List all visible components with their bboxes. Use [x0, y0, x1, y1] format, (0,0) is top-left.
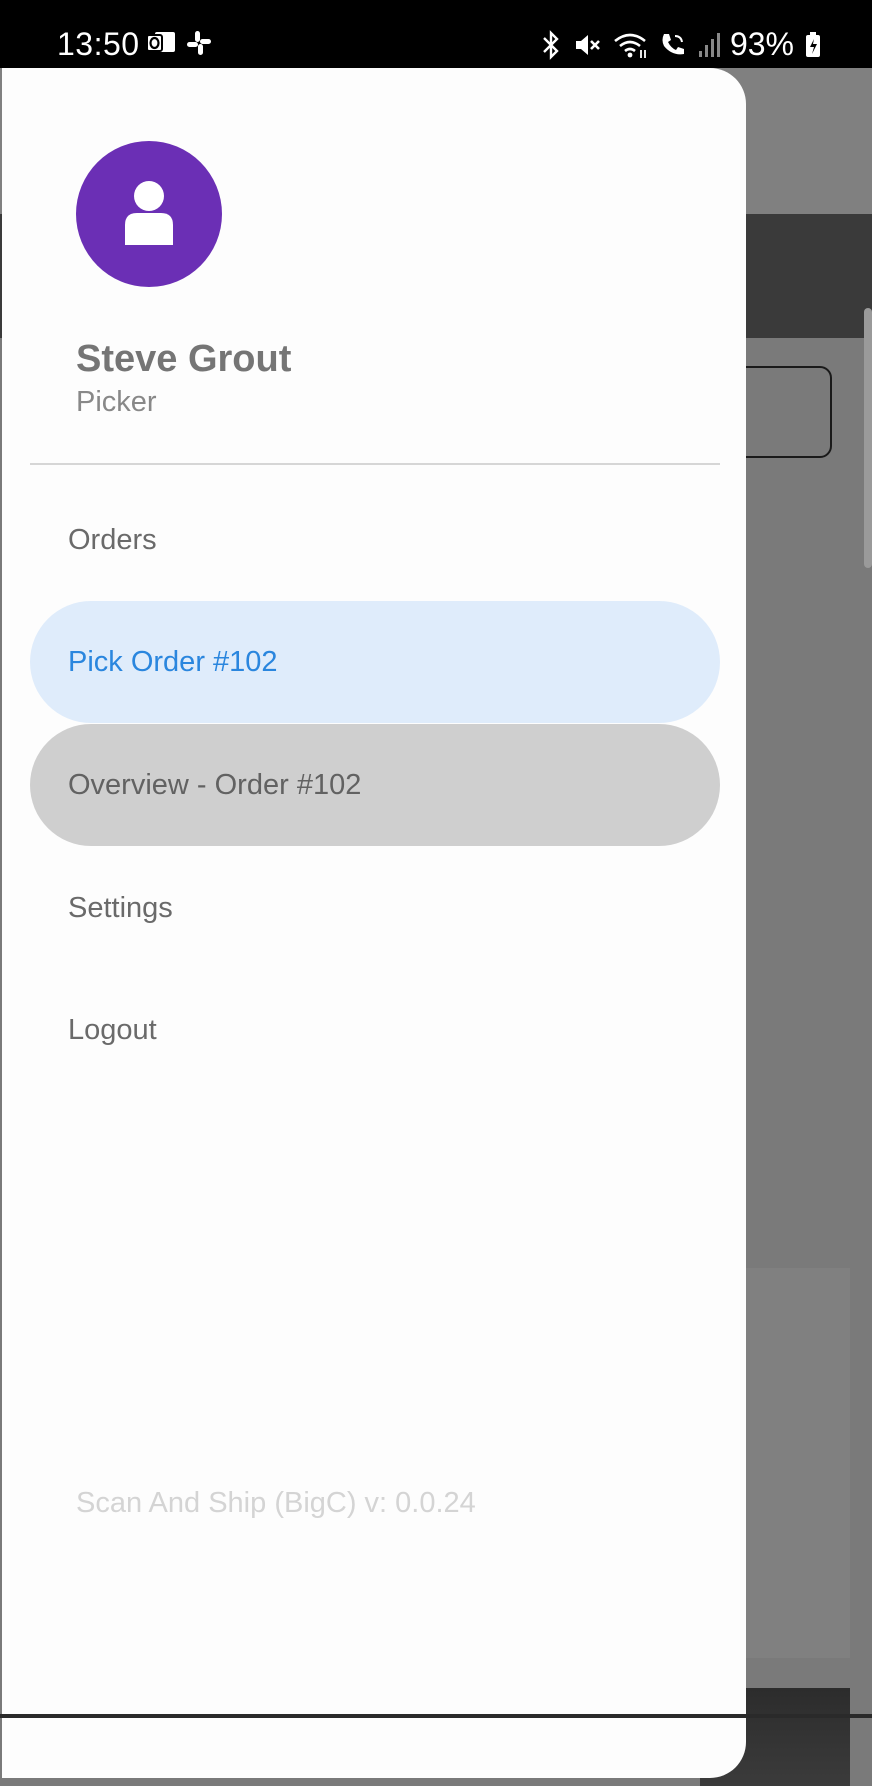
bluetooth-icon [540, 29, 562, 60]
avatar [76, 141, 222, 287]
battery-icon [804, 30, 822, 60]
nav-item-label: Orders [68, 523, 157, 556]
nav-item-label: Logout [68, 1013, 157, 1046]
slack-icon [186, 30, 212, 61]
user-role: Picker [76, 386, 157, 418]
nav-item-label: Overview - Order #102 [68, 768, 362, 801]
wifi-calling-icon [658, 30, 688, 60]
nav-item-label: Settings [68, 891, 173, 924]
divider [30, 463, 720, 465]
nav-item-pick-order[interactable]: Pick Order #102 [30, 601, 720, 723]
wifi-icon [612, 30, 648, 60]
battery-percent: 93% [729, 26, 794, 62]
phone-screen: 13:50 93% Steve Grout Picker Orders Pick… [0, 0, 872, 1786]
outlook-icon [146, 30, 176, 61]
notification-icons [146, 30, 212, 61]
signal-icon [698, 31, 720, 59]
nav-item-logout[interactable]: Logout [30, 969, 720, 1091]
status-right: 93% [540, 26, 822, 63]
nav-item-settings[interactable]: Settings [30, 847, 720, 969]
mute-icon [572, 30, 602, 60]
nav-item-label: Pick Order #102 [68, 645, 278, 678]
app-version: Scan And Ship (BigC) v: 0.0.24 [76, 1487, 476, 1519]
nav-item-overview-order[interactable]: Overview - Order #102 [30, 724, 720, 846]
background-scrollbar [864, 308, 872, 568]
status-time: 13:50 [57, 26, 140, 62]
navigation-drawer: Steve Grout Picker Orders Pick Order #10… [2, 68, 746, 1778]
person-icon [121, 179, 177, 250]
nav-item-orders[interactable]: Orders [30, 479, 720, 601]
user-name: Steve Grout [76, 338, 292, 380]
navigation-bar-strip [0, 1714, 872, 1718]
